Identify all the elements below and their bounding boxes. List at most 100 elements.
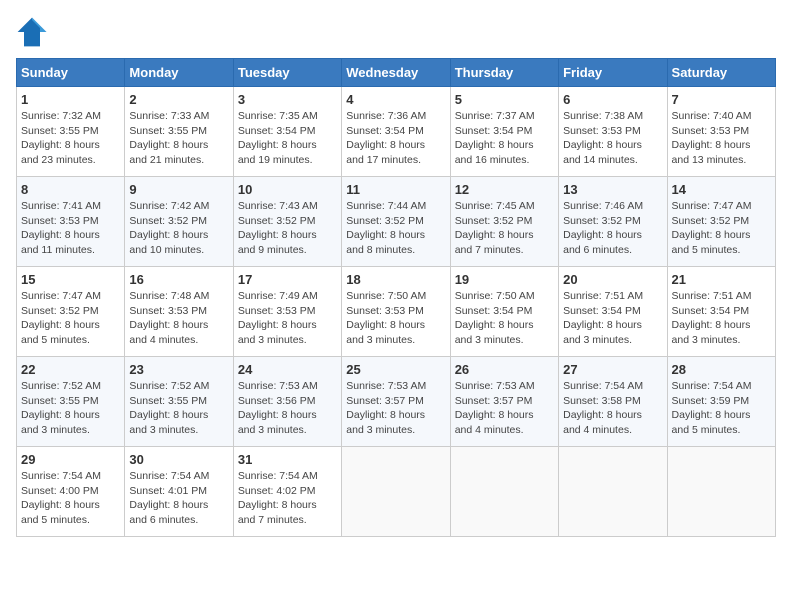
calendar-week-5: 29 Sunrise: 7:54 AMSunset: 4:00 PMDaylig… [17,447,776,537]
day-number: 15 [21,272,120,287]
day-number: 11 [346,182,445,197]
day-number: 27 [563,362,662,377]
calendar-cell: 5 Sunrise: 7:37 AMSunset: 3:54 PMDayligh… [450,87,558,177]
day-number: 9 [129,182,228,197]
calendar-cell: 16 Sunrise: 7:48 AMSunset: 3:53 PMDaylig… [125,267,233,357]
day-info: Sunrise: 7:53 AMSunset: 3:57 PMDaylight:… [455,380,535,436]
calendar-cell [450,447,558,537]
calendar-cell [559,447,667,537]
calendar-week-4: 22 Sunrise: 7:52 AMSunset: 3:55 PMDaylig… [17,357,776,447]
calendar-cell: 21 Sunrise: 7:51 AMSunset: 3:54 PMDaylig… [667,267,775,357]
day-info: Sunrise: 7:51 AMSunset: 3:54 PMDaylight:… [672,290,752,346]
day-number: 3 [238,92,337,107]
calendar-cell: 6 Sunrise: 7:38 AMSunset: 3:53 PMDayligh… [559,87,667,177]
day-info: Sunrise: 7:38 AMSunset: 3:53 PMDaylight:… [563,110,643,166]
day-number: 22 [21,362,120,377]
calendar-table: SundayMondayTuesdayWednesdayThursdayFrid… [16,58,776,537]
day-info: Sunrise: 7:43 AMSunset: 3:52 PMDaylight:… [238,200,318,256]
calendar-cell: 12 Sunrise: 7:45 AMSunset: 3:52 PMDaylig… [450,177,558,267]
day-info: Sunrise: 7:53 AMSunset: 3:57 PMDaylight:… [346,380,426,436]
day-info: Sunrise: 7:48 AMSunset: 3:53 PMDaylight:… [129,290,209,346]
calendar-cell: 9 Sunrise: 7:42 AMSunset: 3:52 PMDayligh… [125,177,233,267]
calendar-cell: 24 Sunrise: 7:53 AMSunset: 3:56 PMDaylig… [233,357,341,447]
day-number: 1 [21,92,120,107]
day-number: 26 [455,362,554,377]
day-number: 24 [238,362,337,377]
logo-icon [16,16,48,48]
calendar-cell: 1 Sunrise: 7:32 AMSunset: 3:55 PMDayligh… [17,87,125,177]
weekday-header-friday: Friday [559,59,667,87]
day-info: Sunrise: 7:52 AMSunset: 3:55 PMDaylight:… [21,380,101,436]
day-info: Sunrise: 7:44 AMSunset: 3:52 PMDaylight:… [346,200,426,256]
day-info: Sunrise: 7:42 AMSunset: 3:52 PMDaylight:… [129,200,209,256]
calendar-cell: 13 Sunrise: 7:46 AMSunset: 3:52 PMDaylig… [559,177,667,267]
calendar-cell: 28 Sunrise: 7:54 AMSunset: 3:59 PMDaylig… [667,357,775,447]
day-number: 31 [238,452,337,467]
calendar-cell: 3 Sunrise: 7:35 AMSunset: 3:54 PMDayligh… [233,87,341,177]
day-number: 20 [563,272,662,287]
day-info: Sunrise: 7:50 AMSunset: 3:53 PMDaylight:… [346,290,426,346]
day-number: 19 [455,272,554,287]
day-number: 23 [129,362,228,377]
day-info: Sunrise: 7:54 AMSunset: 3:58 PMDaylight:… [563,380,643,436]
day-info: Sunrise: 7:36 AMSunset: 3:54 PMDaylight:… [346,110,426,166]
day-number: 10 [238,182,337,197]
day-number: 18 [346,272,445,287]
calendar-cell: 2 Sunrise: 7:33 AMSunset: 3:55 PMDayligh… [125,87,233,177]
day-number: 7 [672,92,771,107]
day-info: Sunrise: 7:54 AMSunset: 4:02 PMDaylight:… [238,470,318,526]
calendar-cell: 10 Sunrise: 7:43 AMSunset: 3:52 PMDaylig… [233,177,341,267]
calendar-cell: 4 Sunrise: 7:36 AMSunset: 3:54 PMDayligh… [342,87,450,177]
day-number: 21 [672,272,771,287]
calendar-cell: 15 Sunrise: 7:47 AMSunset: 3:52 PMDaylig… [17,267,125,357]
calendar-week-1: 1 Sunrise: 7:32 AMSunset: 3:55 PMDayligh… [17,87,776,177]
day-info: Sunrise: 7:47 AMSunset: 3:52 PMDaylight:… [672,200,752,256]
day-number: 25 [346,362,445,377]
logo [16,16,54,48]
day-number: 5 [455,92,554,107]
calendar-cell: 25 Sunrise: 7:53 AMSunset: 3:57 PMDaylig… [342,357,450,447]
weekday-header-saturday: Saturday [667,59,775,87]
day-info: Sunrise: 7:41 AMSunset: 3:53 PMDaylight:… [21,200,101,256]
calendar-cell: 19 Sunrise: 7:50 AMSunset: 3:54 PMDaylig… [450,267,558,357]
calendar-cell: 26 Sunrise: 7:53 AMSunset: 3:57 PMDaylig… [450,357,558,447]
day-number: 2 [129,92,228,107]
day-info: Sunrise: 7:52 AMSunset: 3:55 PMDaylight:… [129,380,209,436]
day-info: Sunrise: 7:45 AMSunset: 3:52 PMDaylight:… [455,200,535,256]
day-number: 6 [563,92,662,107]
day-number: 12 [455,182,554,197]
day-info: Sunrise: 7:49 AMSunset: 3:53 PMDaylight:… [238,290,318,346]
day-number: 29 [21,452,120,467]
calendar-cell: 23 Sunrise: 7:52 AMSunset: 3:55 PMDaylig… [125,357,233,447]
page-header [16,16,776,48]
calendar-cell: 27 Sunrise: 7:54 AMSunset: 3:58 PMDaylig… [559,357,667,447]
day-info: Sunrise: 7:46 AMSunset: 3:52 PMDaylight:… [563,200,643,256]
day-number: 28 [672,362,771,377]
calendar-cell: 17 Sunrise: 7:49 AMSunset: 3:53 PMDaylig… [233,267,341,357]
calendar-cell: 30 Sunrise: 7:54 AMSunset: 4:01 PMDaylig… [125,447,233,537]
calendar-week-3: 15 Sunrise: 7:47 AMSunset: 3:52 PMDaylig… [17,267,776,357]
day-number: 4 [346,92,445,107]
calendar-cell: 7 Sunrise: 7:40 AMSunset: 3:53 PMDayligh… [667,87,775,177]
calendar-cell: 22 Sunrise: 7:52 AMSunset: 3:55 PMDaylig… [17,357,125,447]
calendar-cell: 29 Sunrise: 7:54 AMSunset: 4:00 PMDaylig… [17,447,125,537]
calendar-cell: 31 Sunrise: 7:54 AMSunset: 4:02 PMDaylig… [233,447,341,537]
day-info: Sunrise: 7:40 AMSunset: 3:53 PMDaylight:… [672,110,752,166]
day-info: Sunrise: 7:54 AMSunset: 4:00 PMDaylight:… [21,470,101,526]
day-number: 13 [563,182,662,197]
calendar-cell [667,447,775,537]
day-number: 14 [672,182,771,197]
calendar-week-2: 8 Sunrise: 7:41 AMSunset: 3:53 PMDayligh… [17,177,776,267]
day-info: Sunrise: 7:53 AMSunset: 3:56 PMDaylight:… [238,380,318,436]
weekday-header-sunday: Sunday [17,59,125,87]
day-info: Sunrise: 7:51 AMSunset: 3:54 PMDaylight:… [563,290,643,346]
day-info: Sunrise: 7:50 AMSunset: 3:54 PMDaylight:… [455,290,535,346]
day-number: 16 [129,272,228,287]
calendar-cell: 14 Sunrise: 7:47 AMSunset: 3:52 PMDaylig… [667,177,775,267]
calendar-cell [342,447,450,537]
weekday-header-monday: Monday [125,59,233,87]
calendar-header-row: SundayMondayTuesdayWednesdayThursdayFrid… [17,59,776,87]
day-number: 8 [21,182,120,197]
day-info: Sunrise: 7:32 AMSunset: 3:55 PMDaylight:… [21,110,101,166]
day-info: Sunrise: 7:47 AMSunset: 3:52 PMDaylight:… [21,290,101,346]
